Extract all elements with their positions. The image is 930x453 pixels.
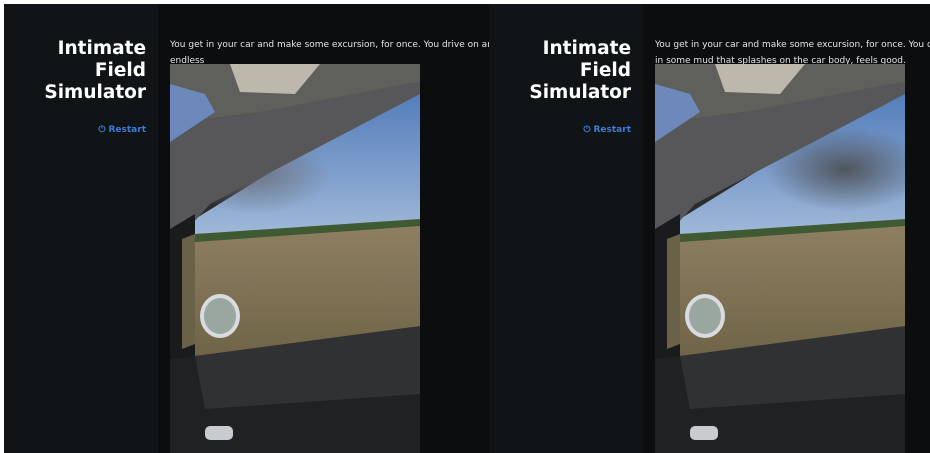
power-icon: ⏻ bbox=[98, 125, 106, 135]
story-panel: You get in your car and make some excurs… bbox=[158, 4, 489, 453]
game-screen-left: Intimate Field Simulator ⏻ Restart You ge… bbox=[4, 4, 489, 453]
title-line-3: Simulator bbox=[44, 82, 146, 103]
game-title: Intimate Field Simulator bbox=[44, 38, 146, 104]
title-line-3: Simulator bbox=[529, 82, 631, 103]
car-window-photo bbox=[655, 64, 905, 453]
sidebar: Intimate Field Simulator ⏻ Restart bbox=[4, 4, 158, 453]
title-line-2: Field bbox=[94, 60, 146, 81]
power-icon: ⏻ bbox=[583, 125, 591, 135]
game-title: Intimate Field Simulator bbox=[529, 38, 631, 104]
story-panel: You get in your car and make some excurs… bbox=[643, 4, 930, 453]
restart-button[interactable]: ⏻ Restart bbox=[98, 125, 146, 135]
restart-label: Restart bbox=[593, 125, 631, 135]
restart-label: Restart bbox=[108, 125, 146, 135]
car-window-photo bbox=[170, 64, 420, 453]
restart-button[interactable]: ⏻ Restart bbox=[583, 125, 631, 135]
game-screen-right: Intimate Field Simulator ⏻ Restart You ge… bbox=[489, 4, 930, 453]
title-line-1: Intimate bbox=[57, 38, 146, 59]
title-line-2: Field bbox=[579, 60, 631, 81]
title-line-1: Intimate bbox=[542, 38, 631, 59]
sidebar: Intimate Field Simulator ⏻ Restart bbox=[489, 4, 643, 453]
